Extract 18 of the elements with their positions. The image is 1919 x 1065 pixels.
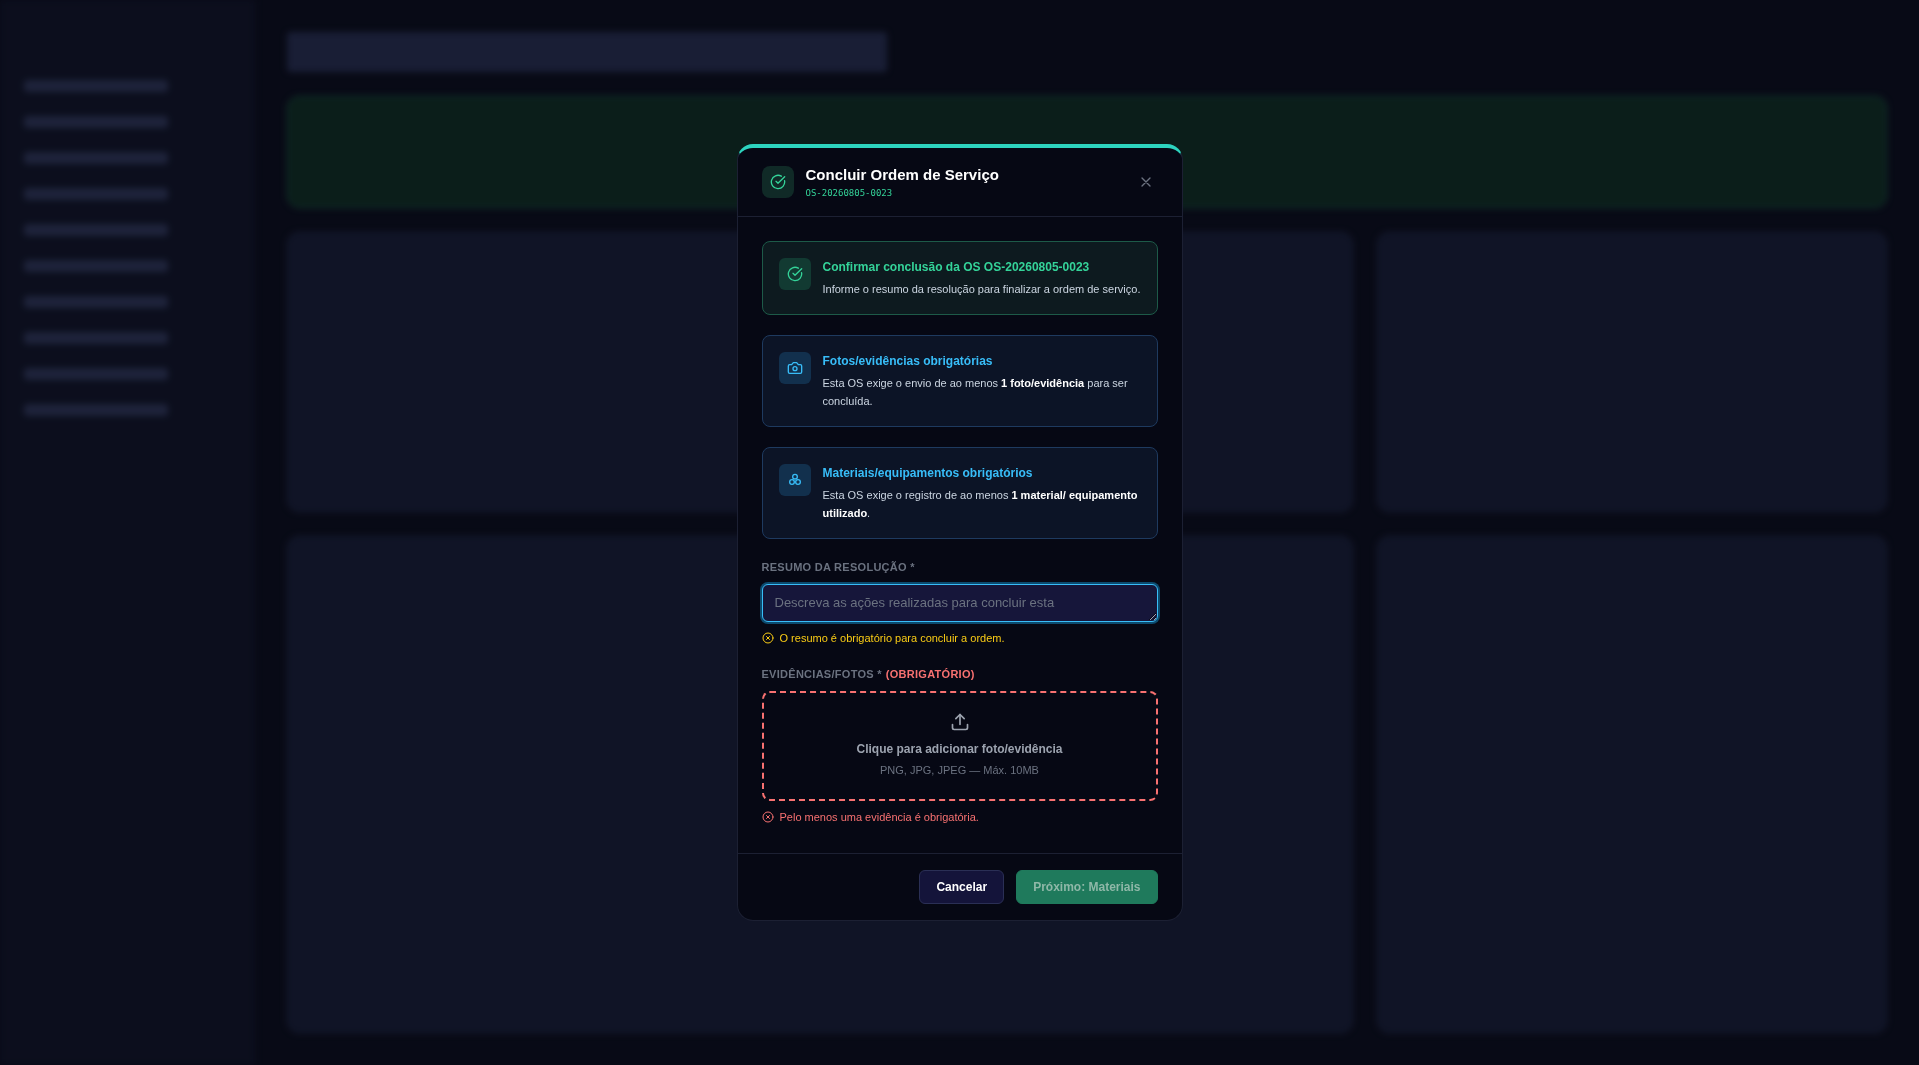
order-code: OS-20260805-0023 <box>805 186 894 200</box>
evidence-error: Pelo menos uma evidência é obrigatória. <box>779 809 979 825</box>
notice-text: Esta OS exige o registro de ao menos 1 material/ equipamento utilizado. <box>822 488 1139 521</box>
notice-title: Confirmar conclusão da OS OS-20260805-0023 <box>822 259 1091 276</box>
summary-label: RESUMO DA RESOLUÇÃO * <box>761 560 916 575</box>
dropzone-hint: PNG, JPG, JPEG — Máx. 10MB <box>880 763 1039 779</box>
upload-dropzone[interactable]: Clique para adicionar foto/evidência PNG, JPG, JPEG — Máx. 10MB <box>761 690 1158 801</box>
notice-text: Esta OS exige o envio de ao menos 1 foto/evidência para ser concluída. <box>822 376 1129 409</box>
dropzone-title: Clique para adicionar foto/evidência <box>856 741 1063 759</box>
evidence-label: EVIDÊNCIAS/FOTOS * <box>761 667 882 682</box>
notice-title: Fotos/evidências obrigatórias <box>822 353 994 370</box>
notice-title: Materiais/equipamentos obrigatórios <box>822 465 1034 482</box>
summary-warning: O resumo é obrigatório para concluir a ordem. <box>779 630 1005 646</box>
required-tag: (OBRIGATÓRIO) <box>885 666 975 683</box>
notice-text: Informe o resumo da resolução para finalizar a ordem de serviço. <box>822 282 1141 297</box>
summary-field[interactable]: Descreva as ações realizadas para concluir esta <box>761 583 1158 622</box>
cancel-button[interactable]: Cancelar <box>919 870 1005 904</box>
dialog-title: Concluir Ordem de Serviço <box>805 165 1000 185</box>
